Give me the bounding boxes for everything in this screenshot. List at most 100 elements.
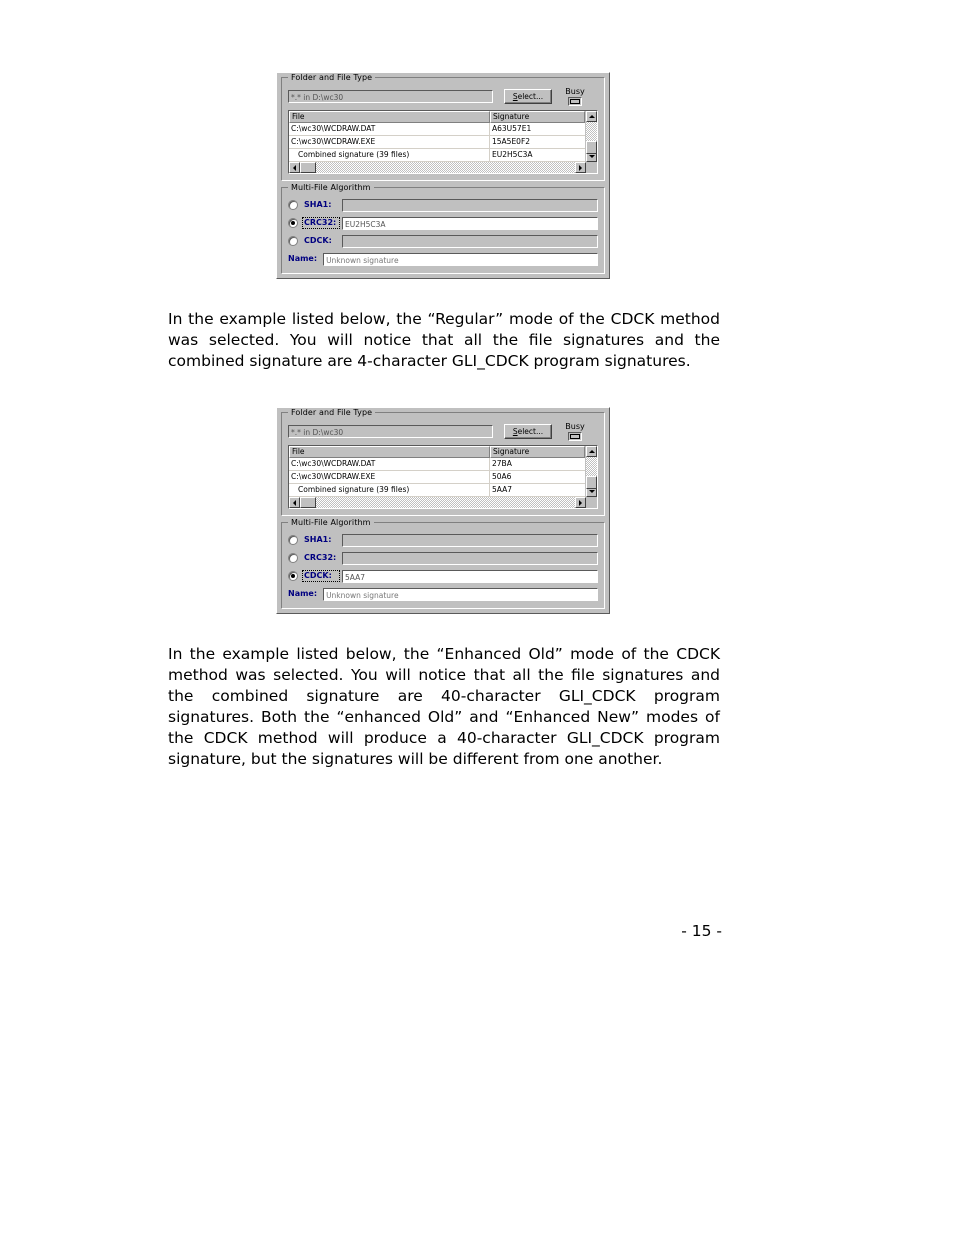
chevron-right-icon (579, 499, 582, 506)
radio-crc32[interactable] (288, 218, 298, 228)
busy-indicator: Busy (558, 87, 592, 106)
horizontal-scrollbar[interactable] (289, 497, 597, 508)
value-crc32[interactable]: EU2H5C3A (342, 216, 598, 230)
paragraph-regular-mode: In the example listed below, the “Regula… (168, 310, 725, 370)
select-button[interactable]: Select... (504, 88, 552, 104)
table-row[interactable]: C:\wc30\WCDRAW.EXE 50A6 (289, 471, 585, 484)
column-header-signature[interactable]: Signature (490, 446, 585, 458)
horizontal-scrollbar-track[interactable] (300, 497, 575, 508)
cell-signature: 15A5E0F2 (492, 137, 531, 146)
page-number: - 15 - (681, 922, 722, 940)
path-input[interactable]: *.* in D:\wc30 (288, 424, 493, 438)
algorithm-option-crc32[interactable]: CRC32: (288, 550, 598, 566)
scrollbar-corner (586, 497, 597, 508)
label-sha1: SHA1: (304, 535, 332, 544)
vertical-scrollbar[interactable] (585, 111, 597, 162)
horizontal-scrollbar-thumb[interactable] (300, 162, 316, 173)
chevron-down-icon (588, 155, 595, 158)
scroll-left-button[interactable] (289, 497, 300, 508)
select-button[interactable]: Select... (504, 423, 552, 439)
label-name: Name: (288, 589, 318, 598)
cell-file: C:\wc30\WCDRAW.EXE (289, 471, 490, 483)
cell-signature: 27BA (492, 459, 512, 468)
algorithm-option-sha1[interactable]: SHA1: (288, 532, 598, 548)
vertical-scrollbar-thumb[interactable] (586, 476, 597, 489)
vertical-scrollbar-track[interactable] (586, 122, 597, 154)
value-crc32[interactable] (342, 551, 598, 565)
scroll-up-button[interactable] (586, 446, 597, 457)
algorithm-option-cdck[interactable]: CDCK: (288, 233, 598, 249)
folder-group-title: Folder and File Type (288, 73, 376, 82)
path-row: *.* in D:\wc30 Select... Busy (288, 421, 598, 441)
value-cdck[interactable]: 5AA7 (342, 569, 598, 583)
radio-crc32[interactable] (288, 553, 298, 563)
path-input[interactable]: *.* in D:\wc30 (288, 89, 493, 103)
chevron-left-icon (293, 499, 296, 506)
select-button-label-rest: elect... (517, 426, 544, 436)
table-row[interactable]: C:\wc30\WCDRAW.DAT A63U57E1 (289, 123, 585, 136)
multi-file-algorithm-group: Multi-File Algorithm SHA1: CRC32: CDCK: … (281, 518, 605, 609)
cell-file: C:\wc30\WCDRAW.DAT (289, 123, 490, 135)
radio-sha1[interactable] (288, 535, 298, 545)
file-list: File Signature C:\wc30\WCDRAW.DAT A63U57… (288, 110, 598, 174)
file-list-header: File Signature (289, 446, 585, 458)
cell-file: Combined signature (39 files) (289, 149, 490, 161)
vertical-scrollbar-track[interactable] (586, 457, 597, 489)
scroll-up-button[interactable] (586, 111, 597, 122)
multi-file-algorithm-group: Multi-File Algorithm SHA1: CRC32: EU2H5C… (281, 183, 605, 274)
select-button-label-rest: elect... (517, 91, 544, 101)
value-sha1[interactable] (342, 533, 598, 547)
table-row[interactable]: Combined signature (39 files) EU2H5C3A (289, 149, 585, 162)
scroll-right-button[interactable] (575, 497, 586, 508)
chevron-up-icon (588, 450, 595, 453)
value-name[interactable]: Unknown signature (323, 252, 598, 266)
column-header-file[interactable]: File (289, 446, 490, 458)
value-cdck[interactable] (342, 234, 598, 248)
horizontal-scrollbar-track[interactable] (300, 162, 575, 173)
cell-file: C:\wc30\WCDRAW.DAT (289, 458, 490, 470)
horizontal-scrollbar-thumb[interactable] (300, 497, 316, 508)
scroll-right-button[interactable] (575, 162, 586, 173)
cell-signature: 5AA7 (492, 485, 513, 494)
label-sha1: SHA1: (304, 200, 332, 209)
radio-cdck[interactable] (288, 236, 298, 246)
label-crc32: CRC32: (304, 553, 337, 562)
busy-label: Busy (565, 86, 585, 96)
algorithm-group-title: Multi-File Algorithm (288, 518, 374, 527)
vertical-scrollbar-thumb[interactable] (586, 141, 597, 154)
column-header-file[interactable]: File (289, 111, 490, 123)
table-row[interactable]: C:\wc30\WCDRAW.EXE 15A5E0F2 (289, 136, 585, 149)
busy-light-icon (568, 431, 582, 441)
scroll-left-button[interactable] (289, 162, 300, 173)
signature-name-row: Name: Unknown signature (288, 251, 598, 267)
label-crc32: CRC32: (302, 217, 340, 229)
horizontal-scrollbar[interactable] (289, 162, 597, 173)
label-cdck: CDCK: (304, 236, 332, 245)
chevron-down-icon (588, 490, 595, 493)
value-name[interactable]: Unknown signature (323, 587, 598, 601)
value-sha1[interactable] (342, 198, 598, 212)
algorithm-option-sha1[interactable]: SHA1: (288, 197, 598, 213)
scrollbar-corner (586, 162, 597, 173)
algorithm-option-crc32[interactable]: CRC32: EU2H5C3A (288, 215, 598, 231)
cell-signature: EU2H5C3A (492, 150, 533, 159)
file-list-header: File Signature (289, 111, 585, 123)
algorithm-option-cdck[interactable]: CDCK: 5AA7 (288, 568, 598, 584)
paragraph-enhanced-old-mode: In the example listed below, the “Enhanc… (168, 645, 725, 768)
screenshot-figure-regular-mode: Folder and File Type *.* in D:\wc30 Sele… (276, 72, 610, 279)
folder-group-title: Folder and File Type (288, 408, 376, 417)
table-row[interactable]: C:\wc30\WCDRAW.DAT 27BA (289, 458, 585, 471)
table-row[interactable]: Combined signature (39 files) 5AA7 (289, 484, 585, 497)
vertical-scrollbar[interactable] (585, 446, 597, 497)
busy-label: Busy (565, 421, 585, 431)
radio-sha1[interactable] (288, 200, 298, 210)
label-name: Name: (288, 254, 318, 263)
signature-name-row: Name: Unknown signature (288, 586, 598, 602)
file-list: File Signature C:\wc30\WCDRAW.DAT 27BA C… (288, 445, 598, 509)
radio-cdck[interactable] (288, 571, 298, 581)
chevron-right-icon (579, 164, 582, 171)
cell-file: C:\wc30\WCDRAW.EXE (289, 136, 490, 148)
column-header-signature[interactable]: Signature (490, 111, 585, 123)
folder-and-file-type-group: Folder and File Type *.* in D:\wc30 Sele… (281, 73, 605, 181)
folder-and-file-type-group: Folder and File Type *.* in D:\wc30 Sele… (281, 408, 605, 516)
